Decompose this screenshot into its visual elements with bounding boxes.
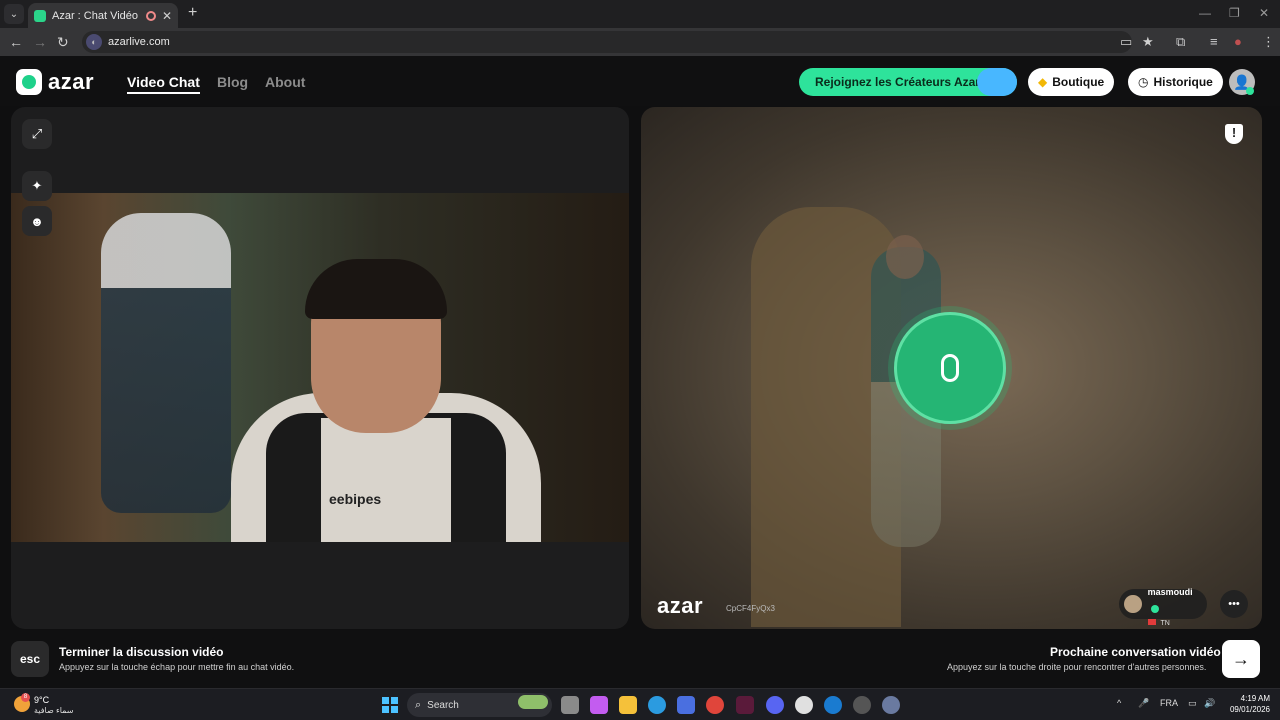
address-bar[interactable]: ◐ azarlive.com	[82, 31, 1132, 53]
search-highlight-icon	[518, 695, 548, 709]
bottom-action-bar: esc Terminer la discussion vidéo Appuyez…	[0, 630, 1280, 688]
partner-user-chip[interactable]: masmoudi TN	[1119, 586, 1207, 627]
profile-avatar-icon[interactable]: ●	[1234, 34, 1242, 49]
next-chat-title: Prochaine conversation vidéo	[1050, 645, 1221, 659]
partner-country: TN	[1160, 619, 1170, 627]
shop-label: Boutique	[1052, 75, 1105, 89]
partner-name: masmoudi	[1147, 586, 1193, 597]
nav-about[interactable]: About	[265, 74, 305, 90]
remote-person-head	[886, 235, 924, 279]
join-creators-button[interactable]: Rejoignez les Créateurs Azar	[799, 68, 1017, 96]
browser-menu-icon[interactable]: ⋮	[1262, 34, 1275, 50]
back-icon[interactable]: ←	[9, 34, 23, 50]
chrome-icon[interactable]	[706, 696, 724, 714]
weather-description: سماء صافية	[34, 706, 74, 715]
app-gear-icon[interactable]	[853, 696, 871, 714]
language-indicator[interactable]: FRA	[1160, 698, 1178, 708]
microphone-icon	[894, 312, 1006, 424]
next-chat-button[interactable]: →	[1222, 640, 1260, 678]
restore-icon[interactable]: ❐	[1229, 6, 1240, 20]
next-chat-subtitle: Appuyez sur la touche droite pour rencon…	[947, 662, 1207, 672]
hoodie-front	[321, 418, 451, 542]
nav-video-chat[interactable]: Video Chat	[127, 74, 200, 94]
chat-bubble-icon[interactable]: •••	[1220, 590, 1248, 618]
history-button[interactable]: ◷ Historique	[1128, 68, 1223, 96]
system-clock[interactable]: 4:19 AM 09/01/2026	[1228, 693, 1270, 715]
recording-indicator-icon	[145, 10, 156, 21]
app-blue-icon[interactable]	[824, 696, 842, 714]
discord-icon[interactable]	[766, 696, 784, 714]
flag-icon	[1147, 618, 1156, 625]
search-label: Search	[427, 699, 459, 711]
end-chat-subtitle: Appuyez sur la touche échap pour mettre …	[59, 662, 295, 672]
partner-avatar	[1124, 595, 1142, 613]
azar-logo[interactable]: azar	[16, 69, 94, 95]
windows-start-icon[interactable]	[382, 697, 398, 713]
azar-favicon-icon	[34, 9, 46, 22]
logo-text: azar	[48, 69, 95, 94]
browser-tab-azar[interactable]: Azar : Chat Vidéo avec de n ✕	[28, 3, 178, 28]
site-info-icon[interactable]: ◐	[86, 34, 102, 50]
url-text: azarlive.com	[108, 36, 170, 48]
app-circle-icon[interactable]	[795, 696, 813, 714]
task-view-icon[interactable]	[561, 696, 579, 714]
clock-date: 09/01/2026	[1229, 705, 1270, 714]
cast-icon[interactable]: ▭	[1120, 34, 1132, 50]
clock-icon: ◷	[1138, 75, 1149, 89]
end-chat-title: Terminer la discussion vidéo	[59, 645, 224, 659]
history-label: Historique	[1153, 75, 1213, 89]
hanging-coat	[101, 213, 231, 513]
weather-badge: 8	[21, 693, 30, 702]
esc-key-button[interactable]: esc	[11, 641, 49, 677]
browser-tabbar: ⌄ Azar : Chat Vidéo avec de n ✕ + — ❐ ✕	[0, 0, 1280, 28]
person-hair	[305, 259, 447, 319]
shop-button[interactable]: ◆ Boutique	[1028, 68, 1115, 96]
os-taskbar: 8 9°C سماء صافية ⌕ Search ^ 🎤 FRA ▭ 🔊 4:…	[0, 688, 1280, 720]
watermark-code: CpCF4FyQx3	[726, 604, 775, 613]
tab-search-menu-icon[interactable]: ⌄	[4, 4, 24, 24]
network-icon[interactable]: ▭	[1188, 698, 1197, 709]
effects-sparkle-icon[interactable]: ✦	[22, 171, 52, 201]
file-explorer-icon[interactable]	[619, 696, 637, 714]
tray-chevron-icon[interactable]: ^	[1117, 698, 1121, 708]
face-filter-icon[interactable]: ☻	[22, 206, 52, 236]
clock-time: 4:19 AM	[1240, 694, 1270, 703]
browser-toolbar: ← → ↻ ◐ azarlive.com ▭ ★ ⧉ ≡ ● ⋮	[0, 28, 1280, 56]
settings-icon[interactable]	[882, 696, 900, 714]
app-header: azar Video Chat Blog About Rejoignez les…	[0, 56, 1280, 106]
report-shield-icon[interactable]: !	[1225, 124, 1243, 144]
minimize-icon[interactable]: —	[1199, 6, 1211, 20]
bookmark-star-icon[interactable]: ★	[1142, 34, 1154, 50]
join-creators-label: Rejoignez les Créateurs Azar	[815, 75, 980, 89]
verified-badge-icon	[1150, 604, 1159, 613]
reload-icon[interactable]: ↻	[57, 34, 69, 51]
forward-icon[interactable]: →	[33, 34, 47, 50]
azar-logo-icon	[16, 69, 42, 95]
creator-badge-icon	[977, 68, 1017, 96]
remote-video-panel: ! azar CpCF4FyQx3 masmoudi TN •••	[641, 107, 1262, 629]
media-control-icon[interactable]: ≡	[1210, 34, 1218, 49]
nav-blog[interactable]: Blog	[217, 74, 248, 90]
tray-mic-icon[interactable]: 🎤	[1138, 698, 1149, 709]
tab-close-icon[interactable]: ✕	[162, 9, 172, 23]
hoodie-print: eebipes	[329, 491, 382, 507]
extensions-icon[interactable]: ⧉	[1176, 34, 1185, 50]
online-status-dot	[1246, 87, 1254, 95]
app-v-icon[interactable]	[736, 696, 754, 714]
copilot-icon[interactable]	[590, 696, 608, 714]
tab-title: Azar : Chat Vidéo avec de n	[52, 9, 140, 22]
store-icon[interactable]	[677, 696, 695, 714]
window-close-icon[interactable]: ✕	[1259, 6, 1269, 20]
azar-watermark: azar	[657, 593, 704, 618]
gem-icon: ◆	[1038, 75, 1048, 89]
edge-icon[interactable]	[648, 696, 666, 714]
new-tab-button[interactable]: +	[188, 4, 197, 22]
local-video-panel: eebipes ⤢ ✦ ☻	[11, 107, 629, 629]
volume-icon[interactable]: 🔊	[1204, 698, 1215, 709]
expand-video-icon[interactable]: ⤢	[22, 119, 52, 149]
weather-temperature[interactable]: 9°C	[34, 695, 49, 705]
search-icon: ⌕	[415, 698, 422, 711]
local-camera-feed: eebipes	[11, 193, 629, 542]
